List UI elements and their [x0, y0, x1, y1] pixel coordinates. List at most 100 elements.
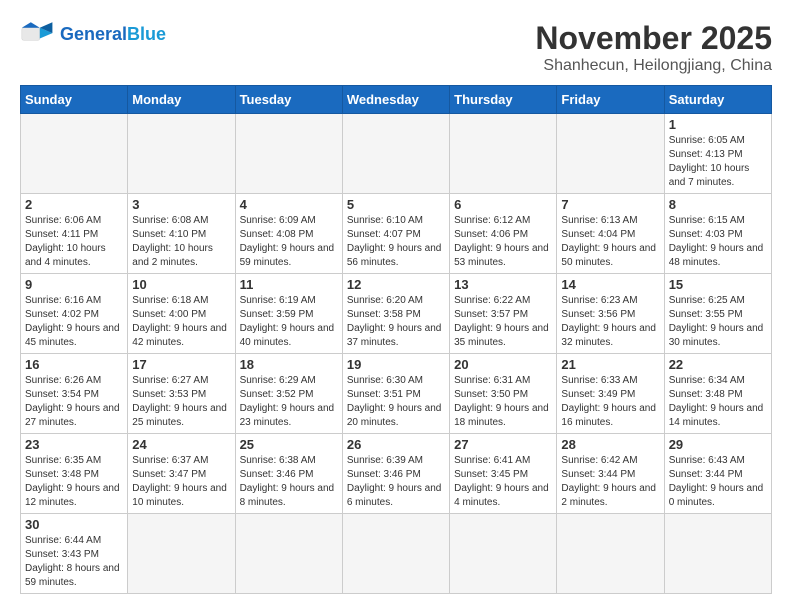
day-number: 13 — [454, 277, 552, 292]
table-row: 16Sunrise: 6:26 AM Sunset: 3:54 PM Dayli… — [21, 354, 128, 434]
day-info: Sunrise: 6:37 AM Sunset: 3:47 PM Dayligh… — [132, 454, 230, 510]
table-row: 20 Sunrise: 6:31 AM Sunset: 3:50 PM Dayli… — [450, 354, 557, 434]
day-info: Sunrise: 6:29 AM Sunset: 3:52 PM Dayligh… — [240, 374, 338, 430]
header-saturday: Saturday — [664, 86, 771, 114]
day-info: Sunrise: 6:16 AM Sunset: 4:02 PM Dayligh… — [25, 294, 123, 350]
day-info: Sunrise: 6:15 AM Sunset: 4:03 PM Dayligh… — [669, 214, 767, 270]
day-number: 11 — [240, 277, 338, 292]
table-row — [557, 114, 664, 194]
day-number: 14 — [561, 277, 659, 292]
table-row: 2 Sunrise: 6:06 AM Sunset: 4:11 PM Daylig… — [21, 194, 128, 274]
day-number: 18 — [240, 357, 338, 372]
table-row: 17 Sunrise: 6:27 AM Sunset: 3:53 PM Dayli… — [128, 354, 235, 434]
table-row: 8 Sunrise: 6:15 AM Sunset: 4:03 PM Daylig… — [664, 194, 771, 274]
table-row — [664, 514, 771, 594]
day-info: Sunrise: 6:39 AM Sunset: 3:46 PM Dayligh… — [347, 454, 445, 510]
day-number: 15 — [669, 277, 767, 292]
logo: GeneralBlue — [20, 20, 166, 48]
calendar-week-row: 2 Sunrise: 6:06 AM Sunset: 4:11 PM Daylig… — [21, 194, 772, 274]
table-row — [21, 114, 128, 194]
calendar-week-row: 16Sunrise: 6:26 AM Sunset: 3:54 PM Dayli… — [21, 354, 772, 434]
day-info: Sunrise: 6:13 AM Sunset: 4:04 PM Dayligh… — [561, 214, 659, 270]
day-info: Sunrise: 6:12 AM Sunset: 4:06 PM Dayligh… — [454, 214, 552, 270]
day-info: Sunrise: 6:25 AM Sunset: 3:55 PM Dayligh… — [669, 294, 767, 350]
day-number: 29 — [669, 437, 767, 452]
day-info: Sunrise: 6:19 AM Sunset: 3:59 PM Dayligh… — [240, 294, 338, 350]
day-number: 3 — [132, 197, 230, 212]
location-subtitle: Shanhecun, Heilongjiang, China — [535, 57, 772, 75]
day-number: 8 — [669, 197, 767, 212]
day-number: 22 — [669, 357, 767, 372]
table-row: 27Sunrise: 6:41 AM Sunset: 3:45 PM Dayli… — [450, 434, 557, 514]
day-info: Sunrise: 6:41 AM Sunset: 3:45 PM Dayligh… — [454, 454, 552, 510]
table-row: 21 Sunrise: 6:33 AM Sunset: 3:49 PM Dayli… — [557, 354, 664, 434]
day-info: Sunrise: 6:10 AM Sunset: 4:07 PM Dayligh… — [347, 214, 445, 270]
table-row: 28 Sunrise: 6:42 AM Sunset: 3:44 PM Dayli… — [557, 434, 664, 514]
header-thursday: Thursday — [450, 86, 557, 114]
page-header: GeneralBlue November 2025 Shanhecun, Hei… — [20, 20, 772, 75]
table-row: 4Sunrise: 6:09 AM Sunset: 4:08 PM Daylig… — [235, 194, 342, 274]
table-row: 24 Sunrise: 6:37 AM Sunset: 3:47 PM Dayli… — [128, 434, 235, 514]
day-info: Sunrise: 6:26 AM Sunset: 3:54 PM Dayligh… — [25, 374, 123, 430]
day-info: Sunrise: 6:33 AM Sunset: 3:49 PM Dayligh… — [561, 374, 659, 430]
day-number: 21 — [561, 357, 659, 372]
table-row — [128, 514, 235, 594]
table-row: 22 Sunrise: 6:34 AM Sunset: 3:48 PM Dayli… — [664, 354, 771, 434]
day-info: Sunrise: 6:27 AM Sunset: 3:53 PM Dayligh… — [132, 374, 230, 430]
header-friday: Friday — [557, 86, 664, 114]
day-number: 28 — [561, 437, 659, 452]
table-row: 26 Sunrise: 6:39 AM Sunset: 3:46 PM Dayli… — [342, 434, 449, 514]
day-number: 2 — [25, 197, 123, 212]
table-row: 10Sunrise: 6:18 AM Sunset: 4:00 PM Dayli… — [128, 274, 235, 354]
header-monday: Monday — [128, 86, 235, 114]
day-number: 25 — [240, 437, 338, 452]
day-number: 24 — [132, 437, 230, 452]
day-number: 30 — [25, 517, 123, 532]
day-info: Sunrise: 6:43 AM Sunset: 3:44 PM Dayligh… — [669, 454, 767, 510]
table-row — [450, 514, 557, 594]
table-row — [450, 114, 557, 194]
table-row: 3 Sunrise: 6:08 AM Sunset: 4:10 PM Daylig… — [128, 194, 235, 274]
table-row — [557, 514, 664, 594]
logo-icon — [20, 20, 56, 48]
calendar-week-row: 30 Sunrise: 6:44 AM Sunset: 3:43 PM Dayli… — [21, 514, 772, 594]
table-row — [342, 114, 449, 194]
day-info: Sunrise: 6:38 AM Sunset: 3:46 PM Dayligh… — [240, 454, 338, 510]
day-info: Sunrise: 6:06 AM Sunset: 4:11 PM Dayligh… — [25, 214, 123, 270]
day-number: 6 — [454, 197, 552, 212]
table-row: 30 Sunrise: 6:44 AM Sunset: 3:43 PM Dayli… — [21, 514, 128, 594]
day-number: 23 — [25, 437, 123, 452]
table-row: 15 Sunrise: 6:25 AM Sunset: 3:55 PM Dayli… — [664, 274, 771, 354]
day-info: Sunrise: 6:30 AM Sunset: 3:51 PM Dayligh… — [347, 374, 445, 430]
title-block: November 2025 Shanhecun, Heilongjiang, C… — [535, 20, 772, 75]
day-number: 20 — [454, 357, 552, 372]
day-info: Sunrise: 6:44 AM Sunset: 3:43 PM Dayligh… — [25, 534, 123, 590]
day-info: Sunrise: 6:22 AM Sunset: 3:57 PM Dayligh… — [454, 294, 552, 350]
day-number: 1 — [669, 117, 767, 132]
table-row: 25 Sunrise: 6:38 AM Sunset: 3:46 PM Dayli… — [235, 434, 342, 514]
day-number: 26 — [347, 437, 445, 452]
day-number: 12 — [347, 277, 445, 292]
month-year-title: November 2025 — [535, 20, 772, 57]
day-number: 7 — [561, 197, 659, 212]
calendar-week-row: 23Sunrise: 6:35 AM Sunset: 3:48 PM Dayli… — [21, 434, 772, 514]
calendar-week-row: 1 Sunrise: 6:05 AM Sunset: 4:13 PM Daylig… — [21, 114, 772, 194]
table-row: 23Sunrise: 6:35 AM Sunset: 3:48 PM Dayli… — [21, 434, 128, 514]
day-info: Sunrise: 6:08 AM Sunset: 4:10 PM Dayligh… — [132, 214, 230, 270]
table-row: 18 Sunrise: 6:29 AM Sunset: 3:52 PM Dayli… — [235, 354, 342, 434]
header-sunday: Sunday — [21, 86, 128, 114]
day-info: Sunrise: 6:34 AM Sunset: 3:48 PM Dayligh… — [669, 374, 767, 430]
day-number: 9 — [25, 277, 123, 292]
calendar-table: Sunday Monday Tuesday Wednesday Thursday… — [20, 85, 772, 594]
day-info: Sunrise: 6:05 AM Sunset: 4:13 PM Dayligh… — [669, 134, 767, 190]
day-info: Sunrise: 6:09 AM Sunset: 4:08 PM Dayligh… — [240, 214, 338, 270]
day-number: 17 — [132, 357, 230, 372]
day-info: Sunrise: 6:31 AM Sunset: 3:50 PM Dayligh… — [454, 374, 552, 430]
table-row — [235, 514, 342, 594]
day-info: Sunrise: 6:23 AM Sunset: 3:56 PM Dayligh… — [561, 294, 659, 350]
table-row — [128, 114, 235, 194]
table-row — [342, 514, 449, 594]
day-number: 10 — [132, 277, 230, 292]
day-number: 5 — [347, 197, 445, 212]
day-info: Sunrise: 6:42 AM Sunset: 3:44 PM Dayligh… — [561, 454, 659, 510]
